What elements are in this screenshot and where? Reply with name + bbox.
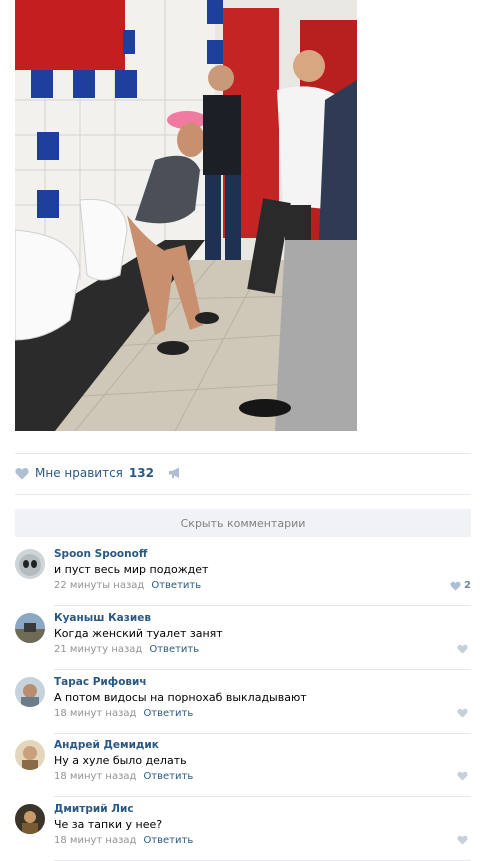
photo-scene	[15, 0, 357, 431]
comment-item: Андрей Демидик Ну а хуле было делать 18 …	[15, 733, 471, 797]
avatar[interactable]	[15, 549, 45, 579]
comment-time[interactable]: 22 минуты назад	[54, 580, 144, 591]
heart-icon	[457, 835, 468, 845]
comment-meta: 18 минут назад Ответить	[54, 708, 193, 719]
comment-text: А потом видосы на порнохаб выкладывают	[54, 691, 307, 704]
likes-bar: Мне нравится 132	[15, 458, 182, 488]
comment-author[interactable]: Дмитрий Лис	[54, 803, 134, 815]
comment-author[interactable]: Андрей Демидик	[54, 739, 159, 751]
comment-item: Куаныш Казиев Когда женский туалет занят…	[15, 606, 471, 670]
comment-item: Spoon Spoonoff и пуст весь мир подождет …	[15, 542, 471, 606]
reply-link[interactable]: Ответить	[143, 835, 193, 846]
comment-text: и пуст весь мир подождет	[54, 563, 209, 576]
comment-text: Че за тапки у нее?	[54, 818, 163, 831]
post-photo[interactable]	[15, 0, 357, 431]
comment-item: Тарас Рифович А потом видосы на порнохаб…	[15, 670, 471, 734]
comment-time[interactable]: 18 минут назад	[54, 771, 136, 782]
comment-like[interactable]	[457, 644, 471, 654]
hide-comments-button[interactable]: Скрыть комментарии	[15, 509, 471, 537]
reply-link[interactable]: Ответить	[143, 771, 193, 782]
comment-item: Дмитрий Лис Че за тапки у нее? 18 минут …	[15, 797, 471, 861]
heart-icon	[457, 708, 468, 718]
comment-time[interactable]: 21 минуту назад	[54, 644, 142, 655]
comment-meta: 22 минуты назад Ответить	[54, 580, 201, 591]
avatar[interactable]	[15, 804, 45, 834]
comment-meta: 18 минут назад Ответить	[54, 835, 193, 846]
megaphone-icon[interactable]	[168, 467, 182, 479]
comment-author[interactable]: Spoon Spoonoff	[54, 548, 147, 560]
comment-text: Когда женский туалет занят	[54, 627, 223, 640]
comment-time[interactable]: 18 минут назад	[54, 835, 136, 846]
avatar[interactable]	[15, 677, 45, 707]
heart-icon	[457, 644, 468, 654]
reply-link[interactable]: Ответить	[151, 580, 201, 591]
comment-text: Ну а хуле было делать	[54, 754, 187, 767]
like-label[interactable]: Мне нравится	[35, 466, 123, 480]
comment-like[interactable]	[457, 771, 471, 781]
divider-likes	[15, 494, 471, 495]
reply-link[interactable]: Ответить	[143, 708, 193, 719]
comment-like-count: 2	[464, 580, 471, 591]
comment-like[interactable]	[457, 835, 471, 845]
comment-time[interactable]: 18 минут назад	[54, 708, 136, 719]
comment-author[interactable]: Куаныш Казиев	[54, 612, 151, 624]
heart-icon[interactable]	[15, 467, 29, 480]
reply-link[interactable]: Ответить	[149, 644, 199, 655]
like-count: 132	[128, 466, 154, 480]
avatar[interactable]	[15, 613, 45, 643]
comment-like[interactable]: 2	[450, 580, 471, 591]
comment-author[interactable]: Тарас Рифович	[54, 676, 147, 688]
divider-top	[15, 453, 471, 454]
heart-icon	[450, 581, 461, 591]
comment-meta: 21 минуту назад Ответить	[54, 644, 199, 655]
heart-icon	[457, 771, 468, 781]
comment-like[interactable]	[457, 708, 471, 718]
comment-meta: 18 минут назад Ответить	[54, 771, 193, 782]
avatar[interactable]	[15, 740, 45, 770]
